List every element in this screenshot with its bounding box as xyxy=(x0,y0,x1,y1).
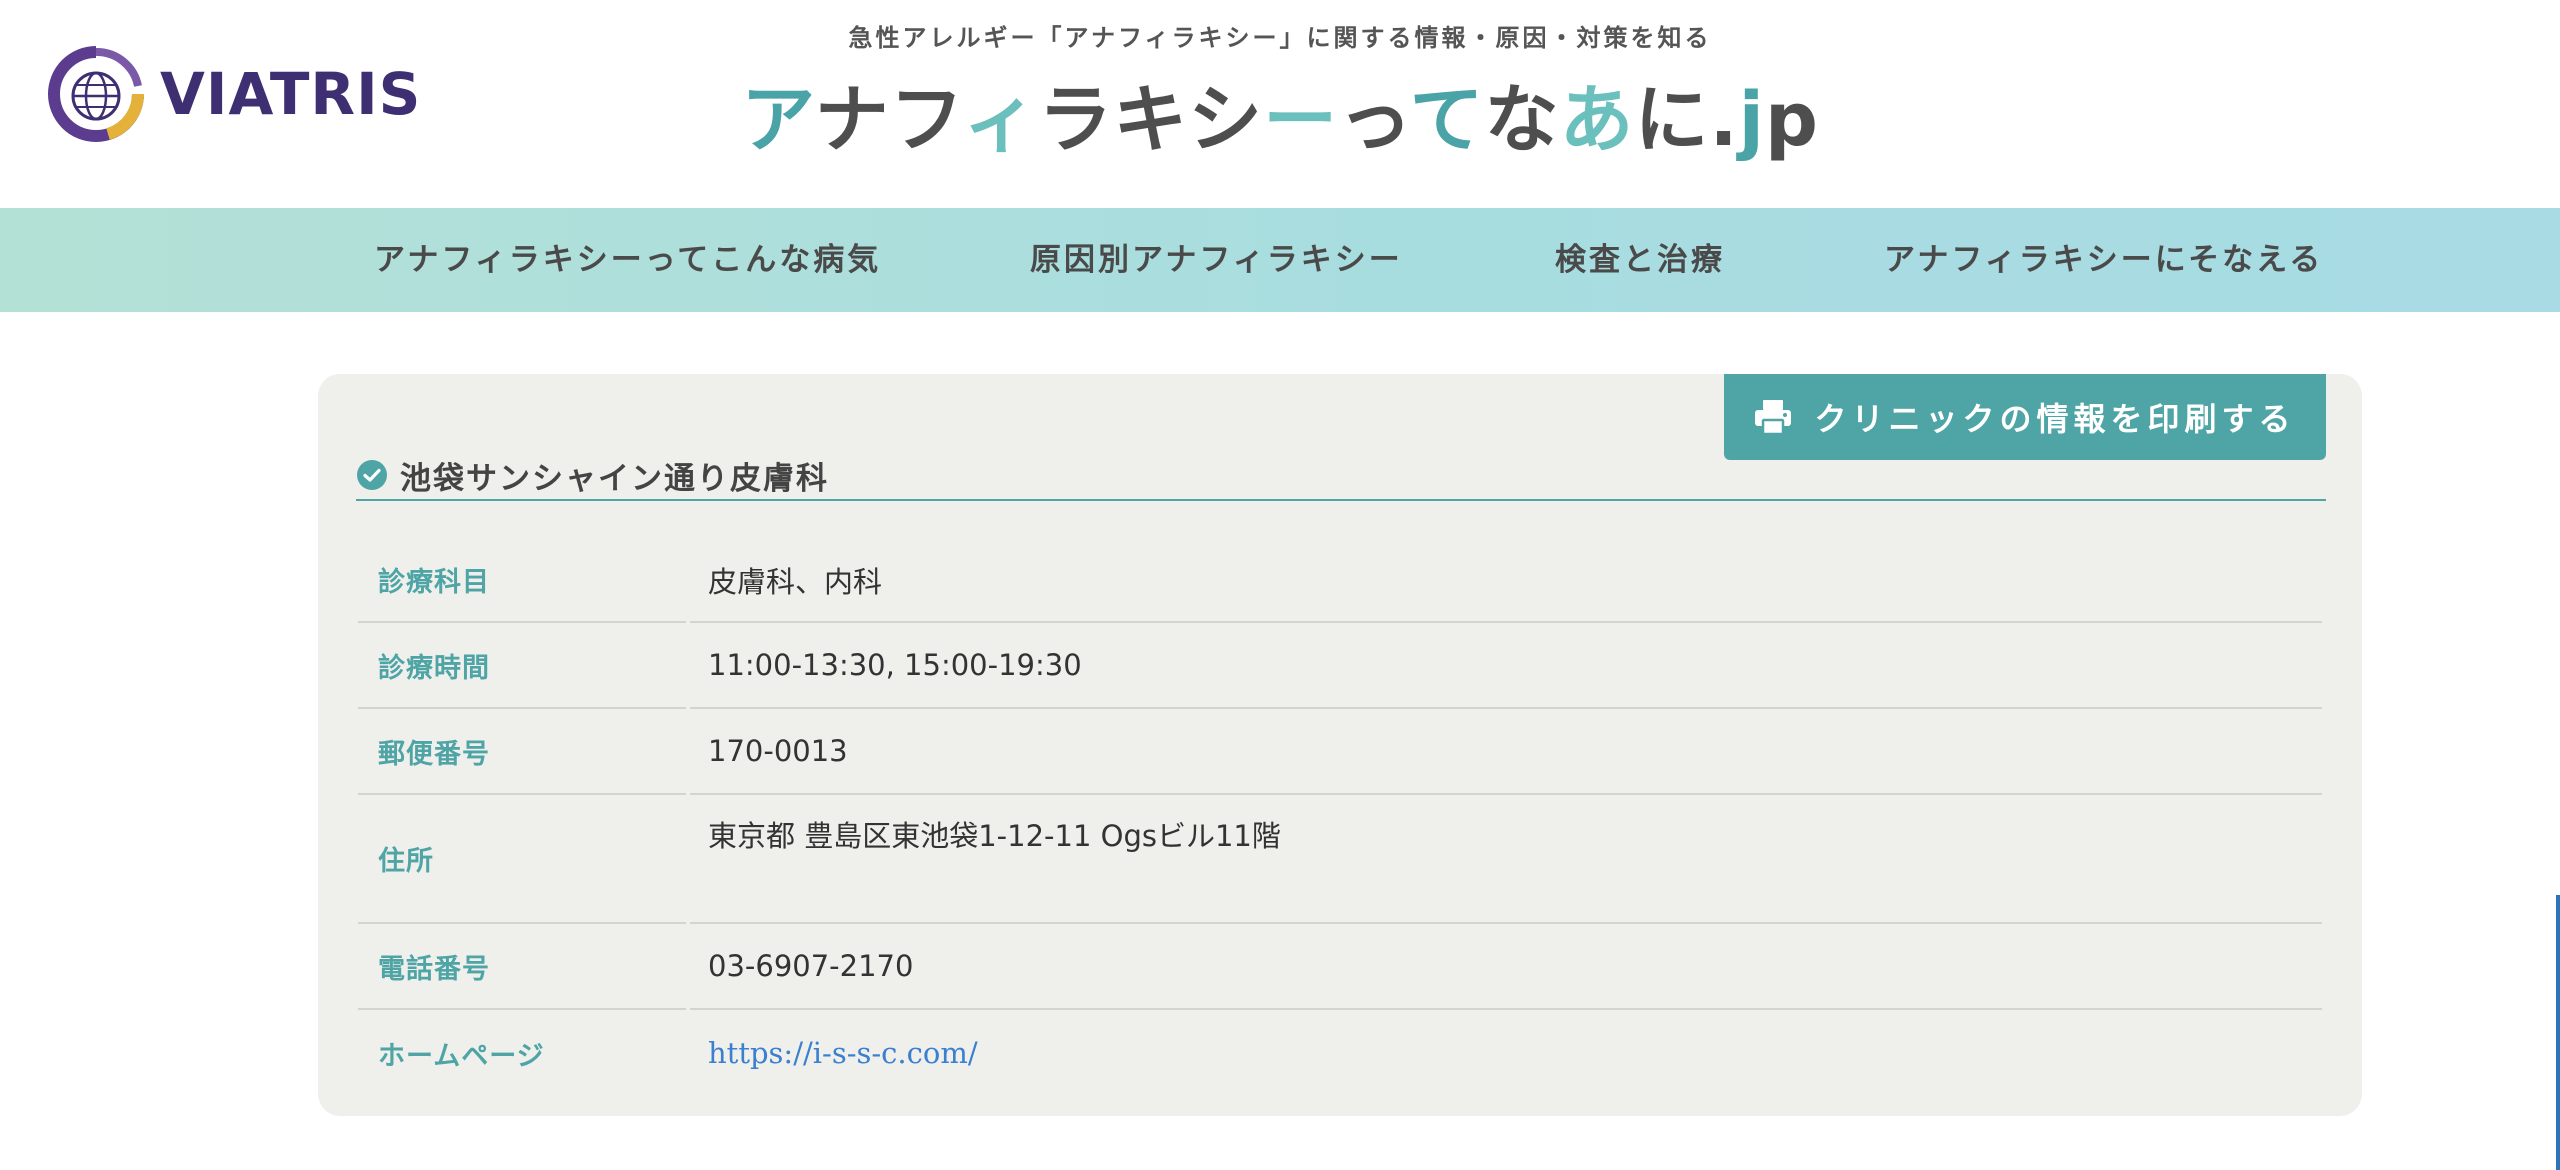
clinic-info-table: 診療科目 皮膚科、内科 診療時間 11:00-13:30, 15:00-19:3… xyxy=(358,538,2322,1096)
site-title-glyph: っ xyxy=(1338,77,1410,163)
print-button-label: クリニックの情報を印刷する xyxy=(1814,400,2296,438)
site-title-glyph: j xyxy=(1738,77,1765,163)
scroll-edge-indicator xyxy=(2556,895,2560,1170)
table-row: 診療科目 皮膚科、内科 xyxy=(358,538,2322,623)
site-title-glyph: ラ xyxy=(1038,77,1114,163)
row-label-hours: 診療時間 xyxy=(358,623,686,709)
site-header: VIATRIS 急性アレルギー「アナフィラキシー」に関する情報・原因・対策を知る… xyxy=(0,0,2560,208)
homepage-link[interactable]: https://i-s-s-c.com/ xyxy=(708,1036,978,1070)
clinic-card: クリニックの情報を印刷する 池袋サンシャイン通り皮膚科 診療科目 皮膚科、内科 … xyxy=(318,374,2362,1116)
row-value-homepage: https://i-s-s-c.com/ xyxy=(690,1010,2322,1096)
check-circle-icon xyxy=(356,459,388,491)
row-label-address: 住所 xyxy=(358,795,686,924)
row-label-homepage: ホームページ xyxy=(378,1040,545,1072)
site-title-glyph: シ xyxy=(1188,77,1264,163)
site-title-glyph: p xyxy=(1764,77,1819,163)
site-title-text: アナフィラキシーってなあに.jp xyxy=(741,77,1819,163)
site-title-glyph: ナ xyxy=(814,77,890,163)
site-title-glyph: フ xyxy=(889,77,964,163)
site-title-glyph: ィ xyxy=(963,77,1039,163)
nav-item-disease[interactable]: アナフィラキシーってこんな病気 xyxy=(374,208,881,312)
row-value-hours: 11:00-13:30, 15:00-19:30 xyxy=(690,623,2322,709)
clinic-name: 池袋サンシャイン通り皮膚科 xyxy=(400,460,829,497)
site-tagline: 急性アレルギー「アナフィラキシー」に関する情報・原因・対策を知る xyxy=(848,24,1712,52)
table-row: 郵便番号 170-0013 xyxy=(358,709,2322,795)
site-title-glyph: ア xyxy=(741,77,815,163)
printer-icon xyxy=(1754,399,1792,435)
table-row: 診療時間 11:00-13:30, 15:00-19:30 xyxy=(358,623,2322,709)
row-value-department: 皮膚科、内科 xyxy=(690,538,2322,623)
heading-divider xyxy=(356,499,2326,501)
site-title[interactable]: アナフィラキシーってなあに.jp xyxy=(0,70,2560,170)
site-title-glyph: . xyxy=(1709,77,1739,163)
site-title-glyph: ー xyxy=(1263,77,1339,163)
site-title-glyph: に xyxy=(1634,77,1710,163)
site-title-glyph: あ xyxy=(1559,77,1635,163)
row-value-postal-code: 170-0013 xyxy=(690,709,2322,795)
table-row: ホームページ https://i-s-s-c.com/ xyxy=(358,1010,2322,1096)
nav-item-prepare[interactable]: アナフィラキシーにそなえる xyxy=(1884,208,2323,312)
site-title-glyph: な xyxy=(1484,77,1560,163)
clinic-heading: 池袋サンシャイン通り皮膚科 xyxy=(356,449,829,501)
row-label-postal-code: 郵便番号 xyxy=(358,709,686,795)
nav-item-tests-treatment[interactable]: 検査と治療 xyxy=(1555,208,1725,312)
row-value-phone: 03-6907-2170 xyxy=(690,924,2322,1010)
row-value-address: 東京都 豊島区東池袋1-12-11 Ogsビル11階 xyxy=(690,795,2322,924)
main-nav: アナフィラキシーってこんな病気 原因別アナフィラキシー 検査と治療 アナフィラキ… xyxy=(0,208,2560,312)
nav-item-causes[interactable]: 原因別アナフィラキシー xyxy=(1030,208,1403,312)
site-title-glyph: キ xyxy=(1113,77,1189,163)
row-label-phone: 電話番号 xyxy=(358,924,686,1010)
table-row: 電話番号 03-6907-2170 xyxy=(358,924,2322,1010)
site-title-glyph: て xyxy=(1409,77,1485,163)
row-label-department: 診療科目 xyxy=(358,538,686,623)
table-row: 住所 東京都 豊島区東池袋1-12-11 Ogsビル11階 xyxy=(358,795,2322,924)
print-clinic-button[interactable]: クリニックの情報を印刷する xyxy=(1724,374,2326,460)
